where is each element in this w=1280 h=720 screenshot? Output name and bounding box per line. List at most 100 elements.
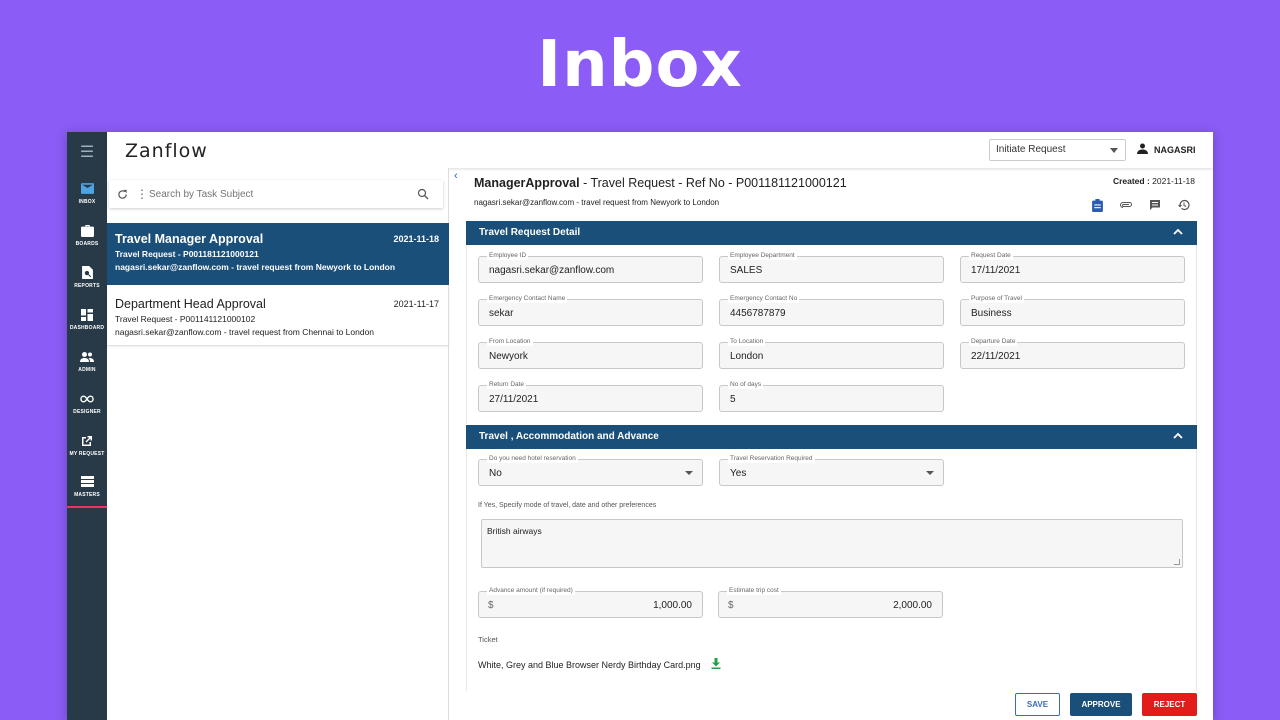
- departure-date-field[interactable]: Departure Date 22/11/2021: [960, 337, 1185, 369]
- field-value: 17/11/2021: [971, 265, 1021, 276]
- task-ref: Travel Request - P001141121000102: [115, 314, 256, 324]
- reject-button[interactable]: REJECT: [1142, 693, 1197, 716]
- sidebar-item-label: ADMIN: [78, 366, 96, 373]
- field-label: Emergency Contact No: [728, 294, 800, 303]
- employee-id-field[interactable]: Employee ID nagasri.sekar@zanflow.com: [478, 251, 703, 283]
- user-name: NAGASRI: [1154, 144, 1196, 155]
- field-value: No: [489, 468, 502, 479]
- field-label: Estimate trip cost: [727, 586, 781, 595]
- field-label: Emergency Contact Name: [487, 294, 568, 303]
- sidebar-item-label: REPORTS: [74, 282, 100, 289]
- section-title: Travel Request Detail: [479, 227, 581, 238]
- sidebar-item-boards[interactable]: BOARDS: [67, 214, 107, 256]
- field-value: 27/11/2021: [489, 394, 539, 405]
- sidebar: ☰ INBOX BOARDS REPORTS DASHBOARD ADMIN D…: [67, 132, 107, 720]
- section-header-travel-accommodation[interactable]: Travel , Accommodation and Advance: [466, 425, 1197, 449]
- resize-handle[interactable]: [1174, 559, 1180, 565]
- task-title: Travel Manager Approval: [115, 232, 264, 246]
- sidebar-item-label: BOARDS: [75, 240, 99, 247]
- chevron-down-icon: [1110, 148, 1118, 153]
- sidebar-item-my-request[interactable]: MY REQUEST: [67, 424, 107, 466]
- person-icon: [1137, 143, 1148, 156]
- task-item[interactable]: Department Head Approval 2021-11-17 Trav…: [107, 288, 449, 346]
- travel-reservation-select[interactable]: Travel Reservation Required Yes: [719, 454, 944, 486]
- employee-department-field[interactable]: Employee Department SALES: [719, 251, 944, 283]
- collapse-list-icon[interactable]: ‹: [454, 170, 458, 182]
- estimate-trip-cost-field[interactable]: Estimate trip cost $ 2,000.00: [718, 586, 943, 618]
- field-label: Departure Date: [969, 337, 1018, 346]
- refresh-icon[interactable]: [109, 189, 135, 200]
- preferences-textarea[interactable]: British airways: [481, 519, 1183, 568]
- ticket-attachment: White, Grey and Blue Browser Nerdy Birth…: [478, 658, 721, 671]
- attachment-icon[interactable]: [1117, 196, 1135, 214]
- field-value: 22/11/2021: [971, 351, 1021, 362]
- field-value: London: [730, 351, 764, 362]
- chevron-down-icon: [685, 471, 693, 475]
- task-desc: nagasri.sekar@zanflow.com - travel reque…: [115, 327, 375, 337]
- task-detail: ManagerApproval - Travel Request - Ref N…: [466, 168, 1197, 720]
- dashboard-icon: [80, 308, 94, 322]
- history-icon[interactable]: [1175, 196, 1193, 214]
- field-label: Return Date: [487, 380, 527, 389]
- field-value: SALES: [730, 265, 763, 276]
- sidebar-item-label: MY REQUEST: [69, 450, 105, 457]
- sidebar-item-admin[interactable]: ADMIN: [67, 340, 107, 382]
- ticket-file-name[interactable]: White, Grey and Blue Browser Nerdy Birth…: [478, 660, 701, 670]
- field-value: Newyork: [489, 351, 528, 362]
- sidebar-item-reports[interactable]: REPORTS: [67, 256, 107, 298]
- sidebar-item-label: DASHBOARD: [69, 324, 105, 331]
- briefcase-icon: [80, 224, 94, 238]
- save-button[interactable]: SAVE: [1015, 693, 1060, 716]
- detail-toolbar: [1088, 196, 1193, 214]
- hotel-reservation-select[interactable]: Do you need hotel reservation No: [478, 454, 703, 486]
- field-label: From Location: [487, 337, 533, 346]
- sidebar-item-masters[interactable]: MASTERS: [67, 466, 107, 508]
- sidebar-item-dashboard[interactable]: DASHBOARD: [67, 298, 107, 340]
- more-vert-icon[interactable]: ⋮: [135, 187, 149, 201]
- field-value: sekar: [489, 308, 514, 319]
- field-value: 4456787879: [730, 308, 786, 319]
- from-location-field[interactable]: From Location Newyork: [478, 337, 703, 369]
- emergency-contact-name-field[interactable]: Emergency Contact Name sekar: [478, 294, 703, 326]
- field-label: Advance amount (if required): [487, 586, 575, 595]
- emergency-contact-no-field[interactable]: Emergency Contact No 4456787879: [719, 294, 944, 326]
- banner-title: Inbox: [537, 28, 743, 102]
- field-value: 2,000.00: [893, 600, 932, 611]
- search-icon[interactable]: [403, 188, 443, 200]
- task-list-panel: ⋮ Travel Manager Approval 2021-11-18 Tra…: [107, 168, 449, 720]
- sidebar-item-label: MASTERS: [74, 491, 100, 498]
- approve-button[interactable]: APPROVE: [1070, 693, 1132, 716]
- section-header-travel-request-detail[interactable]: Travel Request Detail: [466, 221, 1197, 245]
- sidebar-item-designer[interactable]: DESIGNER: [67, 382, 107, 424]
- task-item[interactable]: Travel Manager Approval 2021-11-18 Trave…: [107, 223, 449, 285]
- top-bar: Zanflow Initiate Request NAGASRI: [107, 132, 1213, 168]
- app-logo: Zanflow: [125, 140, 208, 162]
- search-input[interactable]: [149, 188, 403, 200]
- sidebar-item-inbox[interactable]: INBOX: [67, 172, 107, 214]
- detail-subtitle: nagasri.sekar@zanflow.com - travel reque…: [474, 198, 720, 207]
- request-date-field[interactable]: Request Date 17/11/2021: [960, 251, 1185, 283]
- field-value: 5: [730, 394, 736, 405]
- no-of-days-field[interactable]: No of days 5: [719, 380, 944, 412]
- field-label: No of days: [728, 380, 764, 389]
- preferences-value: British airways: [487, 526, 542, 536]
- menu-icon[interactable]: ☰: [67, 132, 107, 172]
- user-menu[interactable]: NAGASRI: [1137, 143, 1196, 156]
- field-value: nagasri.sekar@zanflow.com: [489, 265, 615, 276]
- app-window: ☰ INBOX BOARDS REPORTS DASHBOARD ADMIN D…: [67, 132, 1213, 720]
- list-icon: [80, 475, 94, 489]
- initiate-request-select[interactable]: Initiate Request: [989, 139, 1126, 161]
- report-icon: [80, 266, 94, 280]
- initiate-request-label: Initiate Request: [996, 144, 1066, 155]
- advance-amount-field[interactable]: Advance amount (if required) $ 1,000.00: [478, 586, 703, 618]
- created-date: Created : 2021-11-18: [1112, 176, 1195, 186]
- section-panel-travel-request-detail: Employee ID nagasri.sekar@zanflow.com Em…: [466, 245, 1197, 424]
- to-location-field[interactable]: To Location London: [719, 337, 944, 369]
- return-date-field[interactable]: Return Date 27/11/2021: [478, 380, 703, 412]
- detail-title: ManagerApproval - Travel Request - Ref N…: [474, 176, 847, 190]
- people-icon: [80, 350, 94, 364]
- comment-icon[interactable]: [1146, 196, 1164, 214]
- download-icon[interactable]: [711, 658, 721, 671]
- purpose-of-travel-field[interactable]: Purpose of Travel Business: [960, 294, 1185, 326]
- clipboard-icon[interactable]: [1088, 196, 1106, 214]
